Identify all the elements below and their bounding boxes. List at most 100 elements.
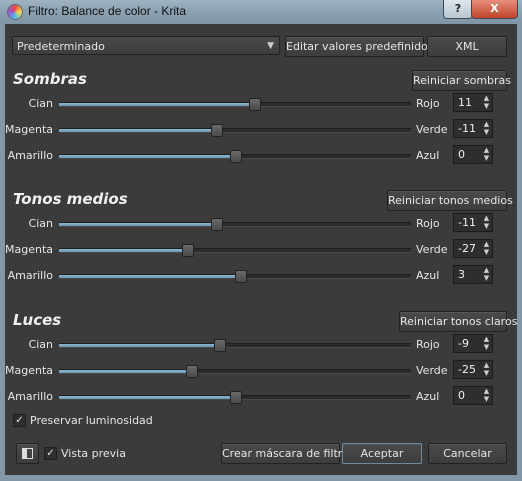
panel-icon [22,448,33,459]
slider-fill [59,155,235,158]
section-title: Luces [13,311,62,329]
slider-fill [59,370,191,373]
spin-arrows-icon[interactable]: ▲ ▼ [482,120,491,136]
preset-combo-value: Predeterminado [17,40,105,53]
spin-arrows-icon[interactable]: ▲ ▼ [482,266,491,282]
preset-combo[interactable]: Predeterminado ▼ [12,36,280,55]
color-balance-slider[interactable] [59,124,411,137]
value-spinbox[interactable]: 11 ▲ ▼ [453,93,493,112]
preview-label: Vista previa [61,447,126,460]
slider-handle[interactable] [249,98,262,111]
spin-arrows-icon[interactable]: ▲ ▼ [482,214,491,230]
slider-fill [59,344,220,347]
accept-button[interactable]: Aceptar [342,443,422,464]
value-spinbox[interactable]: -11 ▲ ▼ [453,119,493,138]
slider-fill [59,223,216,226]
slider-left-label: Magenta [5,243,54,256]
preserve-luminosity-checkbox[interactable]: ✓ [13,414,26,427]
dialog-content: Predeterminado ▼ Editar valores predefin… [5,26,517,475]
color-balance-slider[interactable] [59,270,411,283]
slider-right-label: Rojo [416,338,440,351]
xml-button[interactable]: XML [427,36,507,57]
slider-handle[interactable] [186,365,198,378]
slider-fill [59,275,241,278]
krita-app-icon [7,4,23,20]
chevron-down-icon: ▼ [267,41,274,51]
color-balance-slider[interactable] [59,365,411,378]
value-spinbox[interactable]: 3 ▲ ▼ [453,265,493,284]
spin-arrows-icon[interactable]: ▲ ▼ [482,387,491,403]
edit-presets-button[interactable]: Editar valores predefinidos [285,36,434,57]
slider-handle[interactable] [230,150,242,163]
slider-fill [59,249,188,252]
spinbox-value: -11 [458,122,476,135]
value-spinbox[interactable]: -27 ▲ ▼ [453,239,493,258]
spin-arrows-icon[interactable]: ▲ ▼ [482,361,491,377]
slider-left-label: Cian [28,97,53,110]
reset-section-button[interactable]: Reiniciar tonos medios [387,190,513,211]
spin-arrows-icon[interactable]: ▲ ▼ [482,94,491,110]
value-spinbox[interactable]: 0 ▲ ▼ [453,145,493,164]
spinbox-value: -27 [458,242,476,255]
window-frame-bottom [0,475,522,481]
slider-handle[interactable] [214,339,227,352]
filter-dialog: Filtro: Balance de color - Krita ? X Pre… [0,0,522,481]
color-balance-slider[interactable] [59,218,411,231]
spinbox-value: 3 [458,268,465,281]
checkmark-icon: ✓ [46,448,55,459]
color-balance-slider[interactable] [59,150,411,163]
preview-checkbox[interactable]: ✓ [44,447,57,460]
color-balance-slider[interactable] [59,339,411,352]
slider-right-label: Rojo [416,217,440,230]
section-title: Tonos medios [13,190,128,208]
spinbox-value: -25 [458,363,476,376]
slider-left-label: Magenta [5,123,54,136]
slider-handle[interactable] [235,270,248,283]
spin-arrows-icon[interactable]: ▲ ▼ [482,146,491,162]
slider-handle[interactable] [230,391,242,404]
reset-section-button[interactable]: Reiniciar sombras [412,70,511,91]
close-button[interactable]: X [471,0,518,19]
spinbox-value: -11 [458,216,476,229]
spin-arrows-icon[interactable]: ▲ ▼ [482,335,491,351]
slider-fill [59,396,235,399]
spinbox-value: 0 [458,148,465,161]
toggle-panel-button[interactable] [16,443,39,464]
color-balance-slider[interactable] [59,244,411,257]
spinbox-value: 0 [458,389,465,402]
slider-left-label: Amarillo [7,269,53,282]
value-spinbox[interactable]: -25 ▲ ▼ [453,360,493,379]
slider-fill [59,103,255,106]
value-spinbox[interactable]: 0 ▲ ▼ [453,386,493,405]
slider-left-label: Amarillo [7,149,53,162]
slider-left-label: Magenta [5,364,54,377]
spin-arrows-icon[interactable]: ▲ ▼ [482,240,491,256]
slider-left-label: Cian [28,217,53,230]
checkmark-icon: ✓ [15,415,24,426]
slider-right-label: Verde [416,364,448,377]
slider-right-label: Verde [416,123,448,136]
slider-handle[interactable] [182,244,195,257]
cancel-button[interactable]: Cancelar [428,443,507,464]
slider-handle[interactable] [210,124,223,137]
slider-left-label: Cian [28,338,53,351]
slider-right-label: Azul [416,269,440,282]
reset-section-button[interactable]: Reiniciar tonos claros [399,311,517,332]
spinbox-value: -9 [458,337,469,350]
slider-right-label: Rojo [416,97,440,110]
slider-right-label: Azul [416,149,440,162]
create-filter-mask-button[interactable]: Crear máscara de filtro [221,443,349,464]
color-balance-slider[interactable] [59,98,411,111]
value-spinbox[interactable]: -9 ▲ ▼ [453,334,493,353]
window-frame-right [517,24,522,481]
title-bar[interactable]: Filtro: Balance de color - Krita ? X [0,0,522,24]
slider-handle[interactable] [210,218,223,231]
color-balance-slider[interactable] [59,391,411,404]
value-spinbox[interactable]: -11 ▲ ▼ [453,213,493,232]
spinbox-value: 11 [458,96,472,109]
preserve-luminosity-label: Preservar luminosidad [30,414,153,427]
help-button[interactable]: ? [443,0,473,19]
slider-fill [59,129,216,132]
section-title: Sombras [13,70,87,88]
slider-right-label: Azul [416,390,440,403]
